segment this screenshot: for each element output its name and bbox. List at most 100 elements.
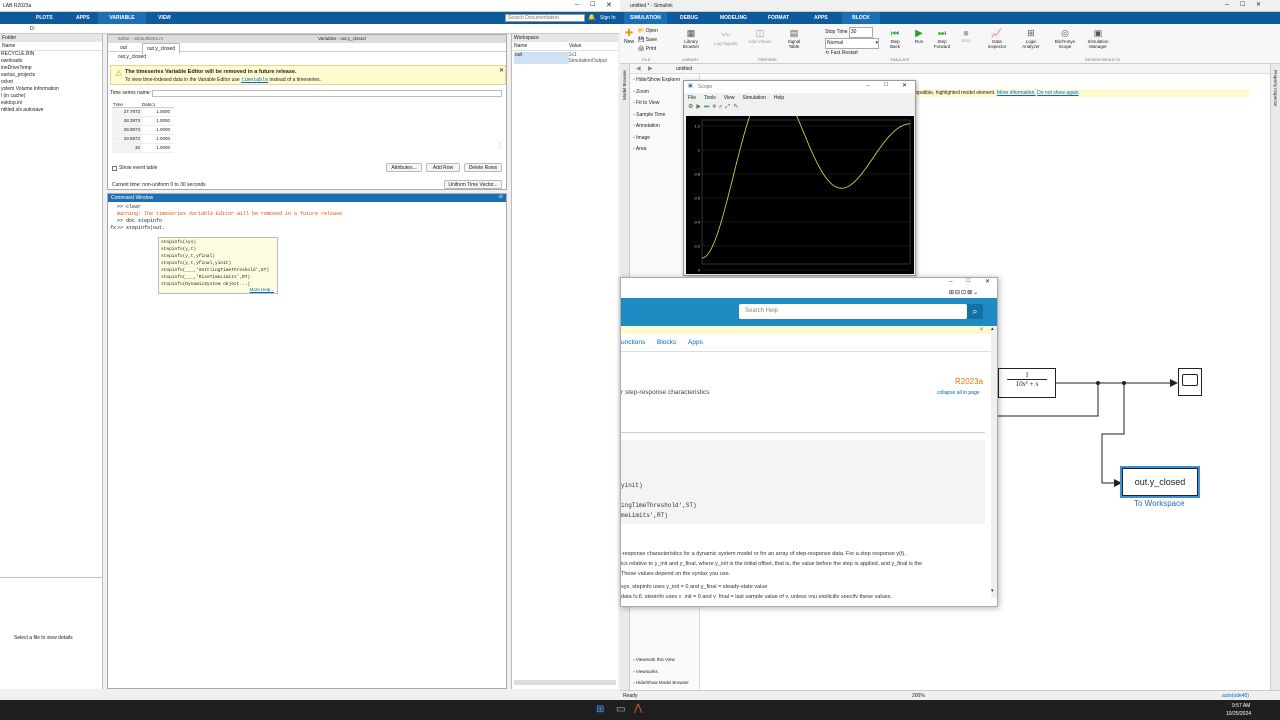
tab-apps[interactable]: APPS — [70, 13, 96, 23]
sl-tab-block[interactable]: BLOCK — [842, 12, 880, 24]
folder-item[interactable]: esktop.ini — [1, 100, 102, 107]
fast-restart-toggle[interactable]: ⟲ Fast Restart — [825, 49, 879, 58]
windows-start-icon[interactable]: ⊞ — [596, 704, 604, 715]
folder-item[interactable]: ystem Volume Information — [1, 86, 102, 93]
sl-close-icon[interactable]: ✕ — [1256, 1, 1261, 8]
mode-select[interactable]: Normal ▾ — [825, 38, 879, 49]
folder-item[interactable]: ownloads — [1, 58, 102, 65]
scope-menu-item[interactable]: Help — [774, 95, 784, 101]
search-input[interactable]: Search Documentation — [505, 14, 585, 22]
bottom-tool-item[interactable]: ▫ Viewmark this View — [633, 654, 689, 666]
birds-eye-scope-button[interactable]: ◎ Bird's-Eye Scope — [1050, 28, 1080, 49]
ws-col-name[interactable]: Name — [514, 43, 569, 49]
stop-button[interactable]: ■ Stop — [958, 28, 974, 43]
help-search-input[interactable]: Search Help — [739, 304, 967, 319]
editor-tab[interactable]: Editor - sdcaulfdetm.m — [118, 36, 163, 41]
sl-tab-debug[interactable]: DEBUG — [674, 13, 704, 23]
folder-item[interactable]: eartus_projects — [1, 72, 102, 79]
to-workspace-block[interactable]: out.y_closed — [1122, 468, 1198, 496]
scope-cursor-icon[interactable]: ✎ — [733, 104, 741, 110]
search-icon[interactable]: ⌕ — [578, 14, 581, 21]
scope-menu-item[interactable]: File — [688, 95, 696, 101]
table-cell[interactable]: 28.9973 — [112, 126, 142, 134]
autocomplete-item[interactable]: stepinfo(y,t,yfinal) — [161, 253, 275, 260]
run-button[interactable]: ▶ Run — [910, 28, 928, 44]
folder-item[interactable]: ocket — [1, 79, 102, 86]
folder-item[interactable]: l (in cache) — [1, 93, 102, 100]
command-window[interactable]: Command Window ⊙ >> clear Warning: The t… — [107, 193, 507, 689]
print-button[interactable]: 🖨 Print — [638, 45, 658, 54]
scope-menu-item[interactable]: Tools — [704, 95, 716, 101]
scope-plot[interactable]: 1.2 1 0.8 0.6 0.4 0.2 0 — [686, 116, 914, 274]
new-button[interactable]: ✚ New — [624, 28, 634, 45]
help-maximize-icon[interactable]: ☐ — [966, 278, 970, 284]
table-cell[interactable]: 1.0000 — [142, 135, 172, 143]
stop-time-input[interactable]: 30 — [848, 27, 873, 38]
sl-minimize-icon[interactable]: ─ — [1225, 2, 1229, 8]
scope-maximize-icon[interactable]: ☐ — [884, 82, 888, 88]
open-button[interactable]: 📂 Open — [638, 27, 658, 36]
sl-tab-modeling[interactable]: MODELING — [714, 13, 753, 23]
table-cell[interactable]: 1.0000 — [142, 108, 172, 116]
bottom-tool-item[interactable]: ▫ Viewmarks — [633, 666, 689, 678]
cmd-menu-icon[interactable]: ⊙ — [499, 194, 503, 200]
close-icon[interactable]: ✕ — [606, 1, 612, 9]
table-cell[interactable]: 1.0000 — [142, 144, 172, 152]
help-scroll-down-icon[interactable]: ▾ — [991, 588, 994, 594]
help-collapse-link[interactable]: collapse all in page — [937, 390, 980, 396]
scope-block[interactable] — [1178, 368, 1202, 396]
ws-row[interactable]: out 1x1 SimulationOutput — [512, 51, 618, 65]
table-cell[interactable]: 29.5973 — [112, 135, 142, 143]
sl-tab-apps[interactable]: APPS — [808, 13, 834, 23]
tab-view[interactable]: VIEW — [152, 13, 177, 23]
warning-link[interactable]: timetable — [241, 77, 268, 83]
table-row[interactable]: 27.7973 1.0000 — [112, 108, 174, 117]
scope-close-icon[interactable]: ✕ — [902, 82, 907, 89]
scope-minimize-icon[interactable]: ─ — [866, 83, 870, 89]
status-solver[interactable]: auto(ode45) — [1222, 693, 1249, 699]
log-signals-button[interactable]: 〰 Log Signals — [714, 28, 738, 46]
table-row[interactable]: 28.3973 1.0000 — [112, 117, 174, 126]
add-viewer-button[interactable]: ◫ Add Viewer — [748, 28, 772, 44]
table-cell[interactable]: 1.0000 — [142, 126, 172, 134]
col-header-time[interactable]: Time — [112, 102, 142, 107]
folder-item[interactable]: ntitled.slx.autosave — [1, 107, 102, 114]
signal-table-button[interactable]: ▤ Signal Table — [782, 28, 806, 49]
add-row-button[interactable]: Add Row — [426, 163, 460, 172]
table-row[interactable]: 28.9973 1.0000 — [112, 126, 174, 135]
autocomplete-item[interactable]: stepinfo(y,t,yfinal,yinit) — [161, 260, 275, 267]
path-bar[interactable]: D: — [0, 24, 620, 34]
table-cell[interactable]: 30 — [112, 144, 142, 152]
autocomplete-item[interactable]: stepinfo(___,'RiseTimeLimits',RT) — [161, 274, 275, 281]
autocomplete-item[interactable]: stepinfo(sys) — [161, 239, 275, 246]
help-notice-close-icon[interactable]: ✕ — [979, 326, 984, 333]
help-nav-functions[interactable]: unctions — [621, 339, 645, 346]
help-close-icon[interactable]: ✕ — [985, 278, 990, 285]
help-nav-blocks[interactable]: Blocks — [657, 339, 676, 346]
variables-tab[interactable]: Variables - out.y_closed — [318, 36, 366, 41]
step-back-button[interactable]: ⏮ Step Back — [886, 28, 904, 49]
ws-col-value[interactable]: Value — [569, 43, 581, 49]
matlab-taskbar-icon[interactable]: ⋀ — [634, 703, 642, 714]
tab-variable[interactable]: VARIABLE — [98, 12, 146, 24]
table-row[interactable]: 29.5973 1.0000 — [112, 135, 174, 144]
cmd-prompt[interactable]: fx >> stepinfo(out. — [110, 225, 497, 232]
back-icon[interactable]: ◀ — [636, 65, 641, 72]
autocomplete-item[interactable]: stepinfo(y,t) — [161, 246, 275, 253]
table-cell[interactable]: 1.0000 — [142, 117, 172, 125]
bottom-tool-item[interactable]: ▫ Hide/Show Model Browser — [633, 677, 689, 689]
folder-item[interactable]: RECYCLE.BIN — [1, 51, 102, 58]
table-cell[interactable]: 28.3973 — [112, 117, 142, 125]
folder-col-header[interactable]: Name — [0, 42, 102, 51]
help-search-button[interactable]: ⌕ — [967, 304, 983, 319]
folder-item[interactable]: ineDriveTemp — [1, 65, 102, 72]
delete-rows-button[interactable]: Delete Rows — [464, 163, 502, 172]
table-cell[interactable]: 27.7973 — [112, 108, 142, 116]
scope-run-icon[interactable]: ▶ — [696, 104, 704, 110]
attributes-button[interactable]: Attributes... — [386, 163, 422, 172]
subtab-out[interactable]: out — [120, 45, 127, 51]
col-header-data[interactable]: Data:1 — [142, 102, 172, 107]
logic-analyzer-button[interactable]: ⊞ Logic Analyzer — [1018, 28, 1044, 49]
table-scroll[interactable]: ⋮ — [498, 143, 503, 149]
uniform-time-button[interactable]: Uniform Time Vector... — [444, 180, 502, 189]
